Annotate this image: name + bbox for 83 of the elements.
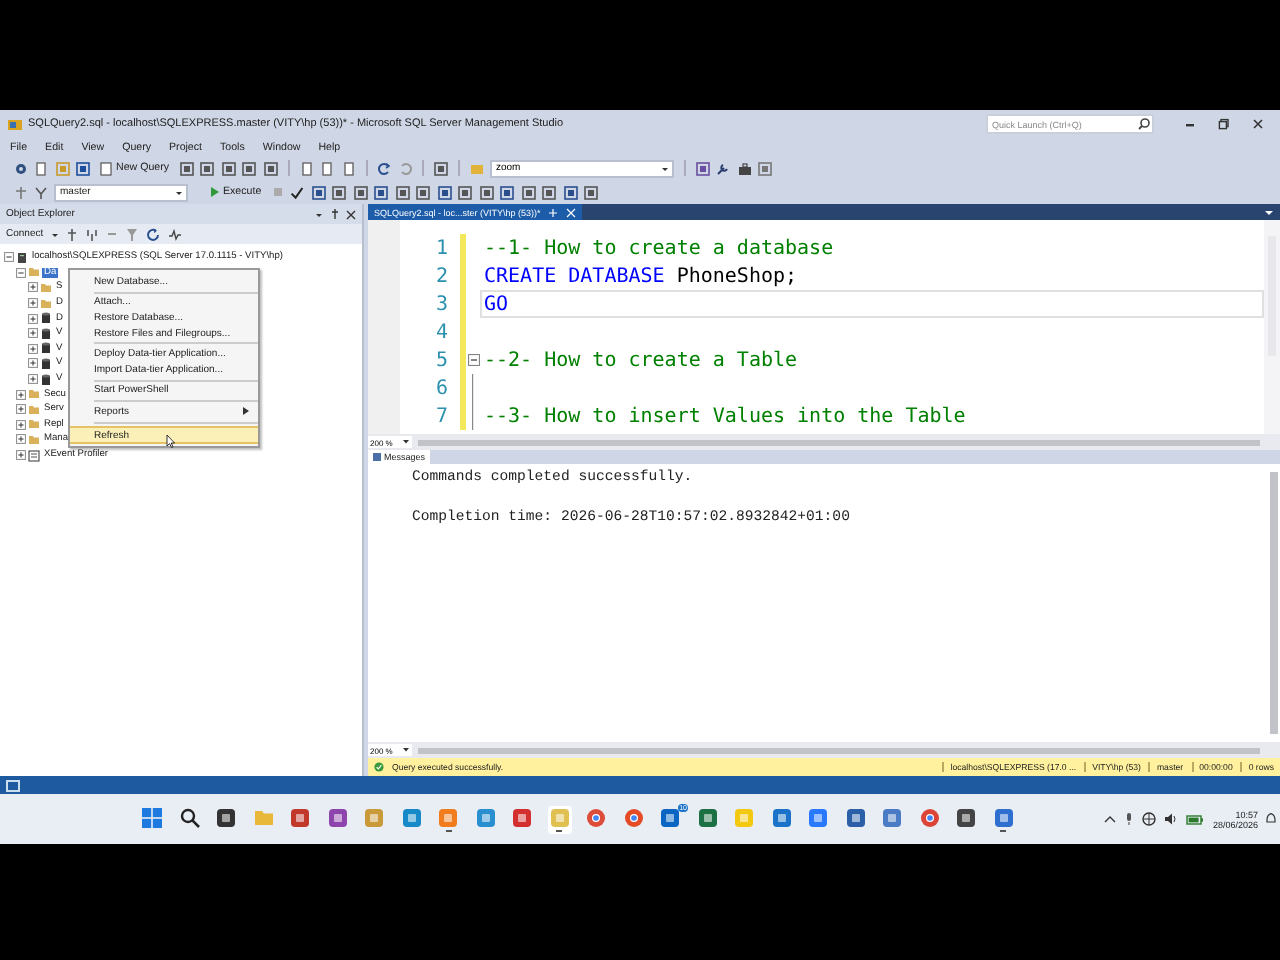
wrench-icon[interactable]	[716, 161, 730, 175]
scrollbar[interactable]	[418, 747, 1260, 753]
taskbar-app[interactable]	[177, 805, 201, 833]
undo-icon[interactable]	[377, 161, 391, 175]
expand-icon[interactable]	[28, 282, 38, 293]
toolbar-icon[interactable]	[695, 161, 709, 175]
search-icon	[179, 807, 199, 827]
circle-logo-icon	[586, 807, 606, 827]
plug-icon[interactable]	[66, 227, 79, 241]
minimize-icon[interactable]	[1184, 118, 1196, 130]
line-number: 1	[433, 237, 450, 259]
profiler-icon	[28, 449, 40, 462]
expand-icon[interactable]	[28, 358, 38, 369]
expand-icon[interactable]	[16, 389, 26, 400]
caret-icon[interactable]	[314, 209, 324, 219]
checkmark-icon[interactable]	[290, 185, 305, 199]
pin-icon[interactable]	[330, 208, 340, 220]
play-icon	[209, 186, 219, 198]
window-icon	[6, 779, 20, 791]
app-icon	[216, 807, 236, 827]
code-line: CREATE DATABASE PhoneShop;	[484, 265, 798, 287]
submenu-arrow-icon	[242, 406, 250, 417]
taskbar-app[interactable]	[214, 805, 238, 833]
activity-icon[interactable]	[168, 227, 183, 241]
line-number: 5	[433, 349, 450, 371]
toolbox-icon[interactable]	[737, 161, 751, 175]
line-number: 3	[433, 293, 450, 315]
microphone-icon[interactable]	[1124, 812, 1135, 826]
server-icon	[16, 251, 28, 264]
scrollbar[interactable]	[1264, 220, 1280, 434]
expand-icon[interactable]	[16, 419, 26, 430]
bell-icon[interactable]	[1266, 812, 1276, 826]
line-number: 2	[433, 265, 450, 287]
expand-icon[interactable]	[28, 328, 38, 339]
caret-icon[interactable]	[49, 229, 60, 239]
speaker-icon[interactable]	[1164, 812, 1179, 826]
collapse-icon[interactable]	[467, 354, 479, 366]
caret-icon	[402, 438, 410, 446]
chevron-icon[interactable]	[1104, 814, 1117, 824]
line-number: 4	[433, 321, 450, 343]
expand-icon[interactable]	[16, 434, 26, 445]
expand-icon[interactable]	[16, 404, 26, 415]
line-number: 6	[433, 377, 450, 399]
page-icon[interactable]	[34, 161, 48, 175]
scrollbar[interactable]	[418, 439, 1260, 445]
success-icon	[374, 762, 384, 772]
search-icon[interactable]	[1138, 118, 1150, 130]
close-icon[interactable]	[346, 209, 356, 219]
expand-icon[interactable]	[28, 298, 38, 309]
code-line: --2- How to create a Table	[484, 349, 798, 371]
app-icon	[8, 117, 22, 131]
filter-icon[interactable]	[34, 185, 48, 199]
folder-icon	[253, 807, 273, 827]
close-icon[interactable]	[1252, 118, 1264, 130]
refresh-icon[interactable]	[146, 227, 161, 241]
gear-icon[interactable]	[13, 161, 27, 175]
circle-logo-icon	[623, 807, 643, 827]
database-icon	[40, 373, 52, 386]
message-icon	[372, 452, 382, 462]
globe-icon[interactable]	[1142, 812, 1157, 826]
taskbar-app[interactable]	[954, 805, 978, 833]
restore-icon[interactable]	[1218, 118, 1230, 130]
expand-icon[interactable]	[28, 343, 38, 354]
code-editor[interactable]: 1 --1- How to create a database 2 CREATE DATABASE PhoneShop; 3 GO 4 5 --2- How to create a Table 6 7 --3- How to insert Values into the Table	[368, 220, 1280, 434]
line-number: 7	[433, 405, 450, 427]
caret-icon[interactable]	[660, 163, 670, 173]
expand-icon[interactable]	[16, 450, 26, 461]
windows-logo-icon	[142, 807, 162, 827]
code-line: --3- How to insert Values into the Table	[484, 405, 966, 427]
caret-icon	[174, 187, 184, 197]
code-line: GO	[484, 293, 509, 315]
code-line: --1- How to create a database	[484, 237, 834, 259]
page-icon	[100, 161, 112, 175]
toolbar-icon[interactable]	[758, 161, 772, 175]
expand-icon[interactable]	[28, 374, 38, 385]
collapse-icon[interactable]	[4, 252, 14, 263]
expand-icon[interactable]	[28, 313, 38, 324]
disconnect-icon[interactable]	[86, 227, 99, 241]
battery-icon[interactable]	[1186, 813, 1205, 825]
scrollbar[interactable]	[1270, 472, 1278, 734]
caret-icon	[402, 746, 410, 754]
collapse-icon[interactable]	[16, 267, 26, 278]
circle-logo-icon	[919, 807, 939, 827]
